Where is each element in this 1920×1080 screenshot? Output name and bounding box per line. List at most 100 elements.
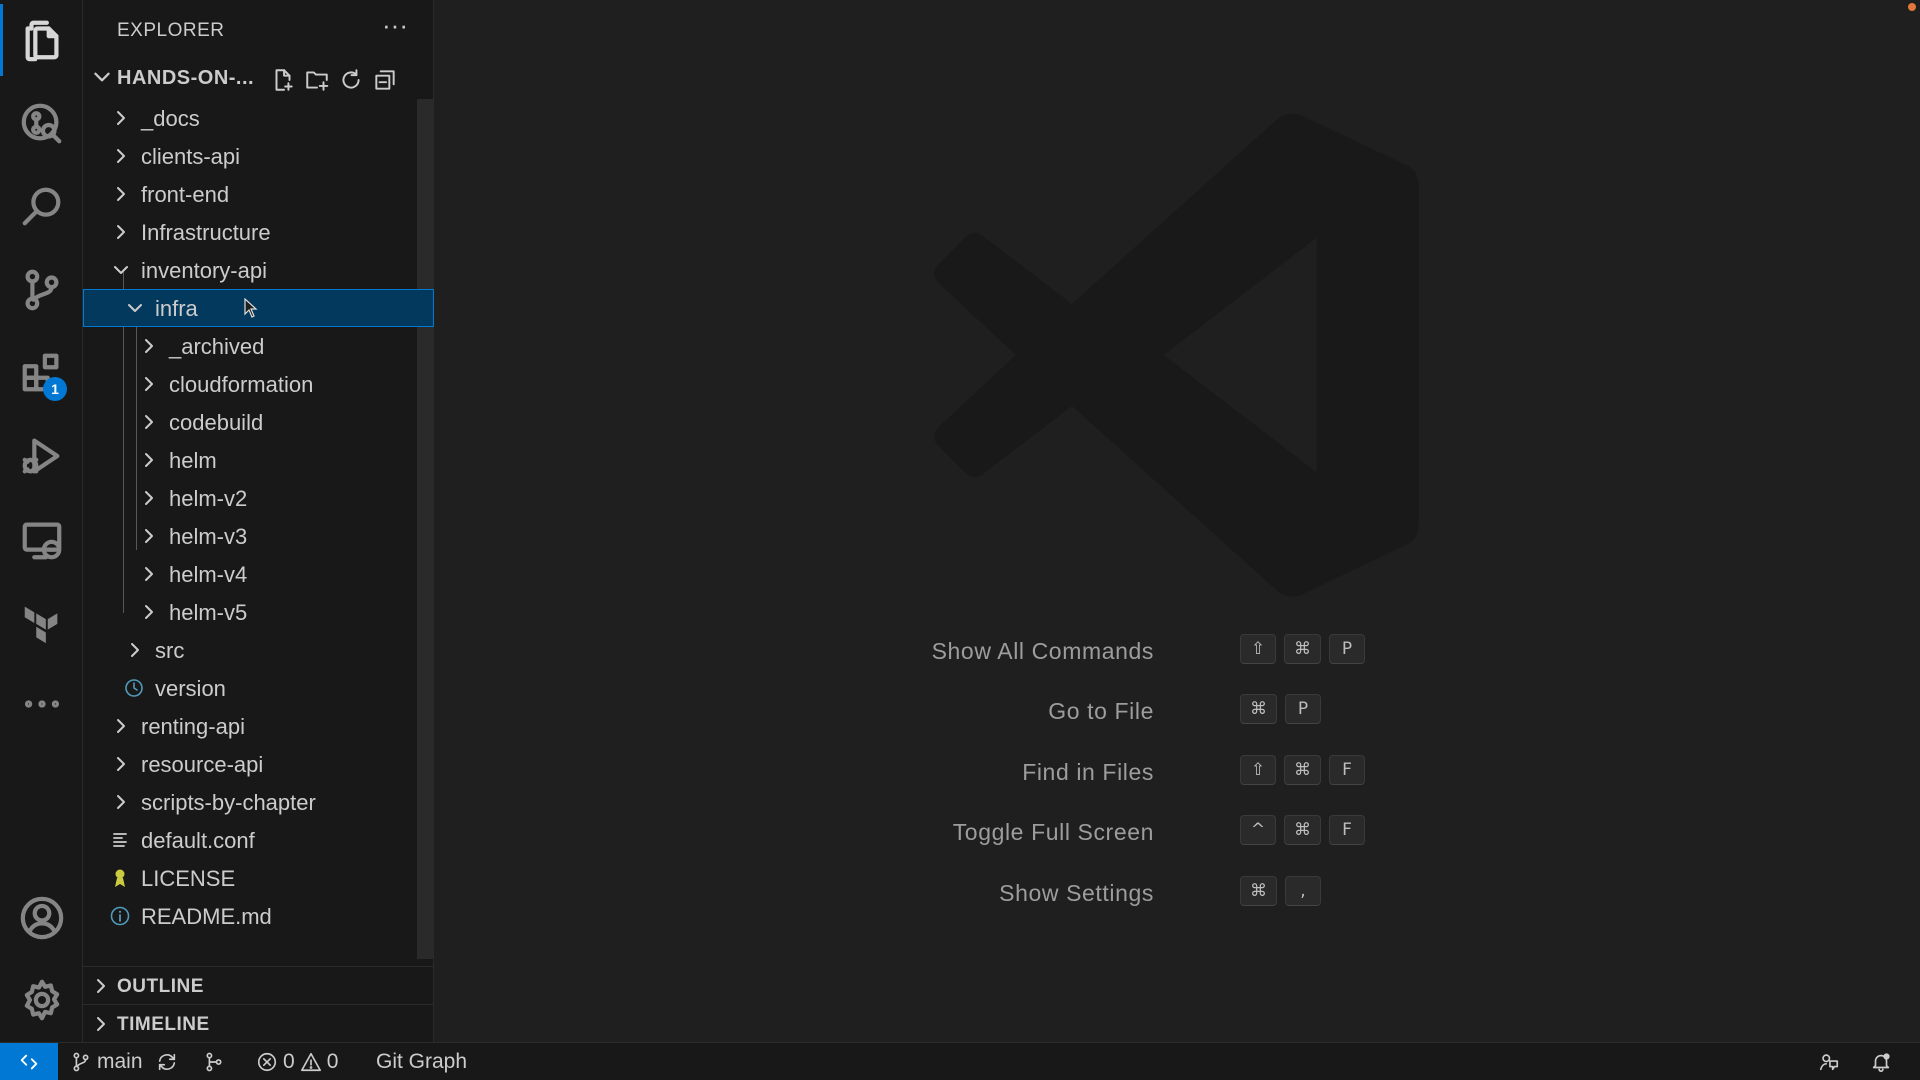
clock-icon <box>125 679 143 697</box>
more-views-icon[interactable] <box>0 668 83 740</box>
tree-item-label: helm-v2 <box>169 486 248 511</box>
mouse-cursor-icon <box>244 298 258 318</box>
shortcut-show-settings[interactable]: Show Settings ⌘ , <box>434 872 1920 912</box>
terraform-icon[interactable] <box>0 586 83 658</box>
feedback-button[interactable] <box>1818 1043 1840 1080</box>
sidebar-title: EXPLORER <box>117 20 225 41</box>
new-file-icon[interactable] <box>267 64 299 96</box>
key-cap: ⌘ <box>1284 755 1321 785</box>
feedback-icon <box>1819 1054 1839 1071</box>
branch-name: main <box>97 1050 143 1073</box>
tree-item-label: front-end <box>141 182 230 207</box>
git-graph-label: Git Graph <box>376 1050 468 1073</box>
remote-explorer-icon[interactable] <box>0 504 83 576</box>
key-cap: ⇧ <box>1240 755 1276 785</box>
remote-indicator-button[interactable] <box>0 1043 58 1080</box>
tree-item-inventory-api[interactable]: inventory-api <box>83 251 418 289</box>
branch-status[interactable]: main <box>70 1043 143 1080</box>
lines-icon <box>113 833 127 847</box>
tree-item-clients-api[interactable]: clients-api <box>83 137 418 175</box>
shortcut-label: Toggle Full Screen <box>952 819 1154 845</box>
chevron-right-icon <box>139 488 159 508</box>
settings-gear-icon[interactable] <box>0 964 83 1036</box>
tree-item-front-end[interactable]: front-end <box>83 175 418 213</box>
timeline-section-header[interactable]: TIMELINE <box>83 1004 434 1042</box>
tree-item-infra[interactable]: infra <box>83 289 434 327</box>
shortcut-show-all-commands[interactable]: Show All Commands ⇧ ⌘ P <box>434 630 1920 670</box>
tree-item-label: cloudformation <box>169 372 314 397</box>
chevron-right-icon <box>139 450 159 470</box>
sync-button[interactable] <box>156 1043 178 1080</box>
extensions-icon[interactable]: 1 <box>0 336 83 408</box>
tree-item-default-conf[interactable]: default.conf <box>83 821 418 859</box>
status-bar: main 0 0 Git Graph <box>0 1042 1920 1080</box>
tree-item-archived[interactable]: _archived <box>83 327 418 365</box>
section-label: TIMELINE <box>117 1014 210 1035</box>
explorer-icon[interactable] <box>0 4 83 76</box>
git-branch-icon <box>73 1052 89 1072</box>
run-debug-icon[interactable] <box>0 420 83 492</box>
problems-status[interactable]: 0 0 <box>256 1043 338 1080</box>
tree-item-infrastructure[interactable]: Infrastructure <box>83 213 418 251</box>
chevron-down-icon <box>125 298 145 318</box>
key-cap: F <box>1329 755 1365 785</box>
tree-item-label: helm <box>169 448 217 473</box>
workspace-folder-header[interactable]: HANDS-ON-... <box>83 62 434 96</box>
source-control-icon[interactable] <box>0 254 83 326</box>
tree-item-helm-v5[interactable]: helm-v5 <box>83 593 418 631</box>
warning-count: 0 <box>326 1050 339 1073</box>
key-cap: F <box>1329 815 1365 845</box>
error-count: 0 <box>283 1050 295 1073</box>
tree-item-resource-api[interactable]: resource-api <box>83 745 418 783</box>
chevron-right-icon <box>111 222 131 242</box>
tree-item-version[interactable]: version <box>83 669 418 707</box>
chevron-right-icon <box>139 602 159 622</box>
editor-area[interactable]: Show All Commands ⇧ ⌘ P Go to File ⌘ P F… <box>434 0 1920 1042</box>
tree-item-license[interactable]: LICENSE <box>83 859 418 897</box>
account-icon[interactable] <box>0 882 83 954</box>
tree-item-helm[interactable]: helm <box>83 441 418 479</box>
tree-item-label: infra <box>155 296 198 321</box>
tree-item-label: version <box>155 676 226 701</box>
tree-item-helm-v2[interactable]: helm-v2 <box>83 479 418 517</box>
chevron-right-icon <box>111 792 131 812</box>
collapse-all-icon[interactable] <box>369 64 401 96</box>
explorer-scrollbar[interactable] <box>417 99 434 959</box>
git-graph-button[interactable]: Git Graph <box>376 1043 467 1080</box>
sync-icon <box>158 1053 176 1071</box>
tree-item-renting-api[interactable]: renting-api <box>83 707 418 745</box>
chevron-right-icon <box>139 564 159 584</box>
chevron-right-icon <box>111 184 131 204</box>
remote-icon <box>20 1054 38 1070</box>
tree-item-label: LICENSE <box>141 866 236 891</box>
chevron-down-icon <box>111 260 131 280</box>
shortcut-toggle-full-screen[interactable]: Toggle Full Screen ^ ⌘ F <box>434 811 1920 851</box>
tree-item-helm-v4[interactable]: helm-v4 <box>83 555 418 593</box>
tree-item-scripts-by-chapter[interactable]: scripts-by-chapter <box>83 783 418 821</box>
tree-item-helm-v3[interactable]: helm-v3 <box>83 517 418 555</box>
shortcut-go-to-file[interactable]: Go to File ⌘ P <box>434 690 1920 730</box>
git-lens-status[interactable] <box>203 1043 225 1080</box>
refresh-icon[interactable] <box>335 64 367 96</box>
chevron-right-icon <box>91 1014 111 1034</box>
tree-item-label: helm-v5 <box>169 600 248 625</box>
shortcut-find-in-files[interactable]: Find in Files ⇧ ⌘ F <box>434 751 1920 791</box>
tree-item-docs[interactable]: _docs <box>83 99 418 137</box>
tree-item-codebuild[interactable]: codebuild <box>83 403 418 441</box>
sidebar-more-icon[interactable]: ··· <box>377 12 413 48</box>
tree-item-label: default.conf <box>141 828 255 853</box>
tree-item-readme[interactable]: README.md <box>83 897 418 935</box>
new-folder-icon[interactable] <box>301 64 333 96</box>
explorer-sidebar: EXPLORER ··· HANDS-ON-... _docs clients-… <box>83 0 434 1042</box>
notifications-button[interactable] <box>1870 1043 1892 1080</box>
outline-section-header[interactable]: OUTLINE <box>83 966 434 1004</box>
git-lens-icon[interactable] <box>0 88 83 160</box>
key-cap: ⌘ <box>1284 815 1321 845</box>
tree-item-cloudformation[interactable]: cloudformation <box>83 365 418 403</box>
tree-item-src[interactable]: src <box>83 631 418 669</box>
shortcut-label: Show Settings <box>999 880 1154 906</box>
vscode-logo-watermark-icon <box>934 113 1419 597</box>
chevron-right-icon <box>111 716 131 736</box>
tree-item-label: resource-api <box>141 752 264 777</box>
search-icon[interactable] <box>0 170 83 242</box>
